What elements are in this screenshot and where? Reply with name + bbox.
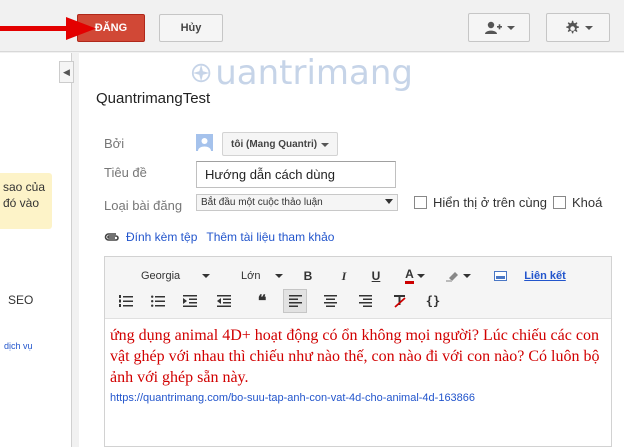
collapse-panel-button[interactable]: ◀ xyxy=(59,61,74,83)
code-icon: {} xyxy=(425,294,441,308)
watermark-logo xyxy=(191,63,211,83)
attach-file-link[interactable]: Đính kèm tệp xyxy=(126,230,197,244)
avatar xyxy=(196,134,213,151)
author-value: tôi (Mang Quantri) xyxy=(231,138,318,150)
chevron-down-icon xyxy=(506,25,515,30)
post-type-value: Bắt đầu một cuộc thảo luận xyxy=(201,197,323,208)
quote-icon: ❝ xyxy=(257,293,267,310)
avatar-icon xyxy=(198,138,211,151)
by-label: Bởi xyxy=(104,136,125,151)
pin-to-top-label: Hiển thị ở trên cùng xyxy=(433,195,548,210)
title-input[interactable] xyxy=(196,161,396,188)
post-body-link[interactable]: https://quantrimang.com/bo-suu-tap-anh-c… xyxy=(110,392,606,404)
align-center-icon xyxy=(323,295,337,307)
rich-text-editor: Georgia Lớn B I U A Liên kết ❝ {} ứng dụ… xyxy=(104,256,612,447)
info-note: sao của đó vào xyxy=(0,173,52,229)
app-window: ĐĂNG Hủy sao của đó vào SEO dịch vụ ◀ ua… xyxy=(0,0,624,447)
title-label: Tiêu đề xyxy=(104,165,147,180)
clear-format-button[interactable] xyxy=(388,289,412,313)
dropdown-arrow-icon xyxy=(416,274,425,278)
lock-checkbox[interactable] xyxy=(553,196,566,209)
share-button[interactable] xyxy=(468,13,530,42)
attach-row: Đính kèm tệp Thêm tài liệu tham khảo xyxy=(104,230,334,244)
left-nav-link[interactable]: dịch vụ xyxy=(4,341,33,351)
dropdown-arrow-icon xyxy=(462,274,471,278)
numbered-list-icon xyxy=(119,295,133,307)
font-size-dropdown[interactable]: Lớn xyxy=(241,264,284,288)
image-icon xyxy=(493,271,507,281)
editor-body[interactable]: ứng dụng animal 4D+ hoạt động có ổn khôn… xyxy=(105,319,611,446)
code-button[interactable]: {} xyxy=(421,289,445,313)
lock-label: Khoá xyxy=(572,195,603,210)
bulleted-list-icon xyxy=(151,295,165,307)
align-right-icon xyxy=(358,295,372,307)
insert-image-button[interactable] xyxy=(488,264,512,288)
align-left-icon xyxy=(288,295,302,307)
bold-button[interactable]: B xyxy=(296,264,320,288)
cancel-button[interactable]: Hủy xyxy=(159,14,223,42)
watermark: uantrimang xyxy=(191,53,413,93)
watermark-text: uantrimang xyxy=(215,53,413,93)
align-left-button[interactable] xyxy=(283,289,307,313)
clear-format-icon xyxy=(394,294,406,308)
numbered-list-button[interactable] xyxy=(114,289,138,313)
arrow-right-icon xyxy=(0,17,96,40)
left-panel: sao của đó vào SEO dịch vụ xyxy=(0,53,72,447)
editor-toolbar: Georgia Lớn B I U A Liên kết ❝ {} xyxy=(105,257,611,319)
group-title: QuantrimangTest xyxy=(96,90,211,107)
post-body-text: ứng dụng animal 4D+ hoạt động có ổn khôn… xyxy=(110,327,600,386)
highlight-icon xyxy=(445,272,458,282)
pin-to-top-checkbox[interactable] xyxy=(414,196,427,209)
font-size-value: Lớn xyxy=(241,270,261,282)
add-person-icon xyxy=(484,21,502,34)
gear-icon xyxy=(565,20,579,33)
settings-button[interactable] xyxy=(546,13,610,42)
indent-icon xyxy=(183,295,197,307)
author-select[interactable]: tôi (Mang Quantri) xyxy=(222,132,338,156)
post-type-select[interactable]: Bắt đầu một cuộc thảo luận xyxy=(196,194,398,211)
chevron-down-icon xyxy=(321,143,329,147)
outdent-button[interactable] xyxy=(212,289,236,313)
outdent-icon xyxy=(217,295,231,307)
chevron-down-icon xyxy=(584,25,593,30)
link-button[interactable]: Liên kết xyxy=(523,264,567,288)
italic-button[interactable]: I xyxy=(332,264,356,288)
chevron-left-icon: ◀ xyxy=(63,66,70,77)
left-nav-item[interactable]: SEO xyxy=(8,293,33,307)
dropdown-arrow-icon xyxy=(202,274,211,278)
align-center-button[interactable] xyxy=(318,289,342,313)
dropdown-arrow-icon xyxy=(275,274,284,278)
text-color-button[interactable]: A xyxy=(400,264,430,288)
text-color-icon: A xyxy=(405,268,414,284)
indent-button[interactable] xyxy=(178,289,202,313)
dropdown-arrow-icon xyxy=(385,199,393,204)
post-type-label: Loại bài đăng xyxy=(104,198,183,213)
underline-button[interactable]: U xyxy=(364,264,388,288)
paperclip-icon xyxy=(104,233,119,241)
highlight-button[interactable] xyxy=(443,264,473,288)
bulleted-list-button[interactable] xyxy=(146,289,170,313)
align-right-button[interactable] xyxy=(353,289,377,313)
quote-button[interactable]: ❝ xyxy=(250,289,274,313)
font-family-dropdown[interactable]: Georgia xyxy=(141,264,211,288)
add-resource-link[interactable]: Thêm tài liệu tham khảo xyxy=(206,230,334,244)
font-family-value: Georgia xyxy=(141,270,181,282)
